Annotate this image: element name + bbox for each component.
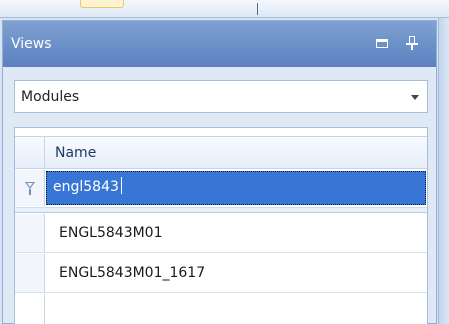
table-row[interactable]: ENGL5843M01 [15,214,427,253]
grid-header: Name [15,136,427,169]
modules-grid: Name engl5843 ENGL5843M01 ENGL5843M01_16… [14,127,428,324]
splitter-mark [257,3,258,15]
pin-button[interactable] [401,32,423,54]
chevron-down-icon[interactable] [411,95,419,100]
view-type-dropdown[interactable]: Modules [14,80,428,113]
filter-row: engl5843 [15,170,427,206]
column-header-name[interactable]: Name [55,145,96,161]
row-indicator-cell[interactable] [15,254,45,292]
maximize-icon [376,38,388,48]
filter-separator [15,207,427,213]
filter-input-value: engl5843 [53,179,119,195]
maximize-button[interactable] [371,32,393,54]
empty-indicator-cell [15,294,45,324]
panel-title: Views [11,36,52,52]
row-indicator-cell[interactable] [15,214,45,252]
text-caret [120,177,122,194]
top-tab-strip [0,0,449,18]
name-cell: ENGL5843M01_1617 [59,265,206,281]
panel-header: Views [3,21,436,67]
tab-handle[interactable] [80,0,124,8]
pin-icon [406,36,418,50]
table-row[interactable]: ENGL5843M01_1617 [15,254,427,293]
filter-indicator-cell [15,170,45,206]
views-panel: Views Modules Name engl5843 ENGL5843M01 … [2,20,437,324]
filter-input[interactable]: engl5843 [46,171,426,205]
dropdown-value: Modules [21,89,80,105]
name-cell: ENGL5843M01 [59,225,163,241]
adjacent-panel-edge [438,18,449,324]
header-indicator-cell [15,137,45,168]
filter-icon [24,181,35,195]
